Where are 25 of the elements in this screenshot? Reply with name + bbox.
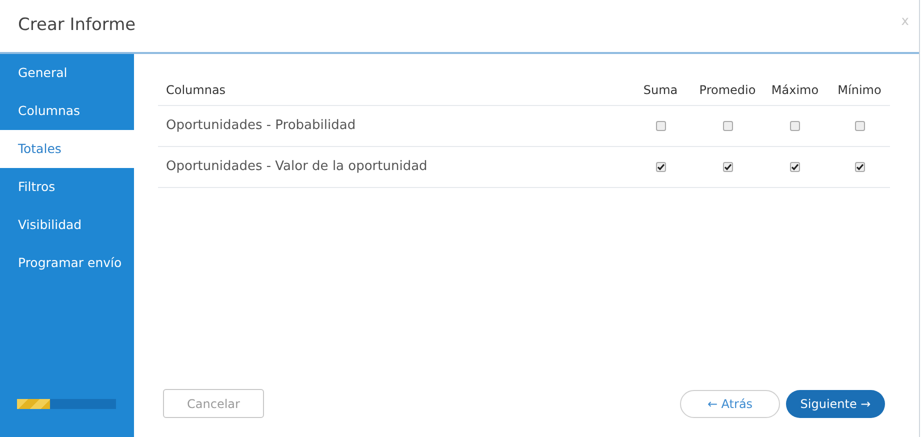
sidebar-tab[interactable]: Columnas	[0, 92, 134, 130]
sidebar-tab[interactable]: Totales	[0, 130, 134, 168]
sidebar-tab[interactable]: Filtros	[0, 168, 134, 206]
row-label: Oportunidades - Probabilidad	[165, 117, 357, 136]
column-header: Promedio	[698, 82, 757, 98]
row-label: Oportunidades - Valor de la oportunidad	[165, 158, 428, 176]
sidebar-tab[interactable]: Visibilidad	[0, 206, 134, 244]
checkbox[interactable]	[790, 162, 800, 172]
checkbox[interactable]	[722, 162, 732, 172]
checkbox[interactable]	[790, 121, 800, 131]
sidebar-tab[interactable]: General	[0, 54, 134, 92]
sidebar-tab[interactable]: Programar envío	[0, 244, 134, 282]
checkbox[interactable]	[854, 121, 864, 131]
checkbox[interactable]	[722, 121, 732, 131]
back-button[interactable]: ← Atrás	[680, 390, 780, 418]
checkbox[interactable]	[656, 121, 666, 131]
column-header: Máximo	[770, 82, 820, 98]
column-header: Suma	[642, 82, 679, 98]
window-title: Crear Informe	[18, 14, 136, 38]
checkbox[interactable]	[656, 162, 666, 172]
column-header: Mínimo	[836, 82, 882, 98]
next-button[interactable]: Siguiente →	[786, 390, 885, 418]
checkbox[interactable]	[854, 162, 864, 172]
cancel-button[interactable]: Cancelar	[163, 389, 264, 418]
column-header: Columnas	[165, 82, 227, 98]
